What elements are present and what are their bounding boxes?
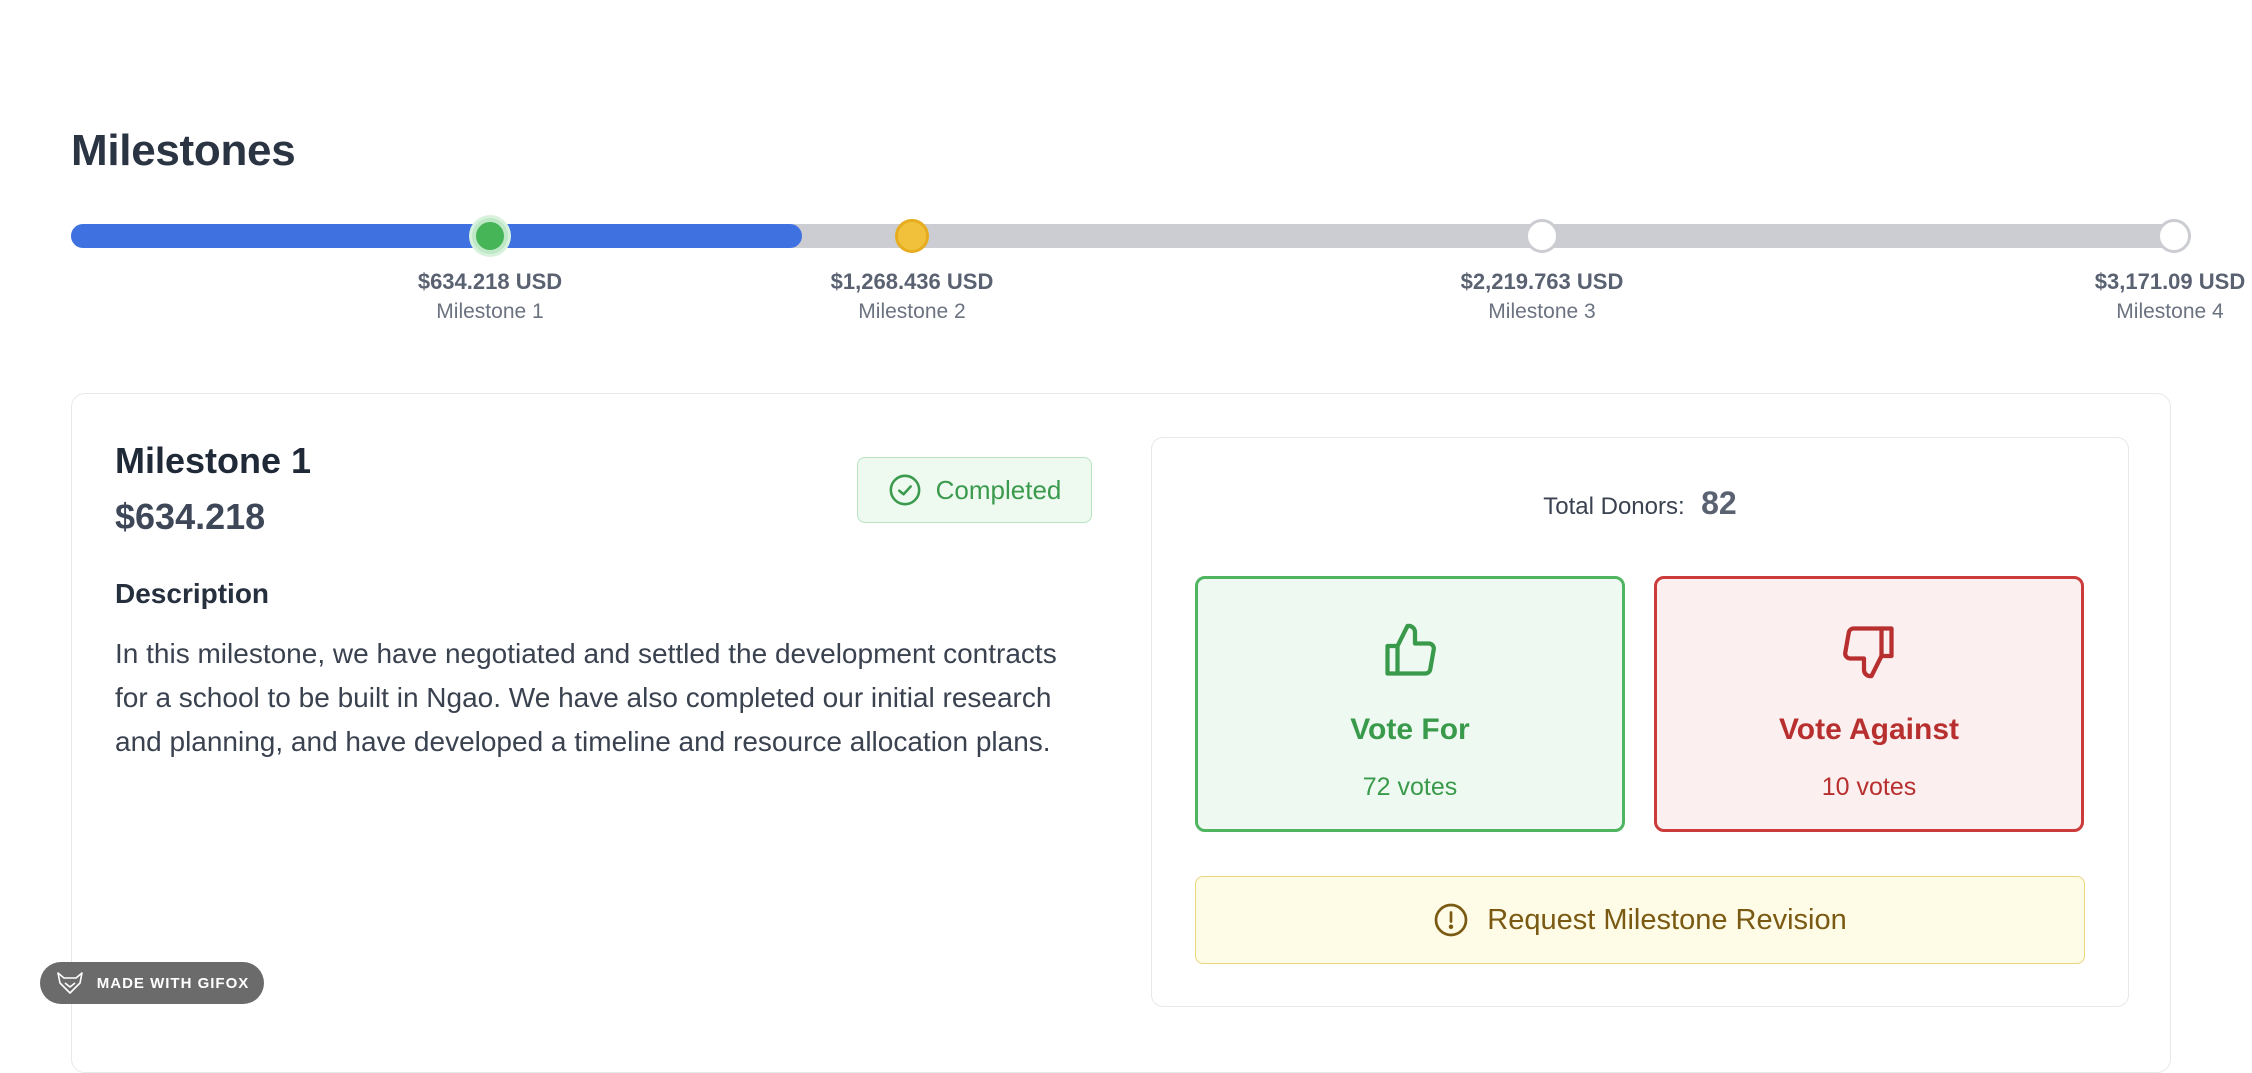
page-title: Milestones <box>71 126 296 175</box>
vote-for-label: Vote For <box>1350 713 1470 746</box>
milestone-progress-fill <box>71 224 803 248</box>
thumbs-up-icon <box>1385 623 1436 676</box>
milestone-name: Milestone 2 <box>858 300 966 323</box>
milestone-4-label: $3,171.09 USD Milestone 4 <box>2095 268 2245 326</box>
description-heading: Description <box>115 578 270 609</box>
milestone-3-label: $2,219.763 USD Milestone 3 <box>1461 268 1624 326</box>
gifox-watermark: MADE WITH GIFOX <box>40 962 264 1004</box>
milestone-amount: $634.218 USD <box>417 269 563 294</box>
milestone-amount-value: $634.218 <box>115 496 266 537</box>
milestone-name: Milestone 3 <box>1488 300 1596 323</box>
milestone-1-marker[interactable] <box>472 218 508 254</box>
status-badge: Completed <box>857 457 1092 523</box>
milestone-2-label: $1,268.436 USD Milestone 2 <box>831 268 994 326</box>
total-donors-label: Total Donors: <box>1543 493 1685 520</box>
milestone-name: Milestone 1 <box>436 300 544 323</box>
vote-against-button[interactable]: Vote Against 10 votes <box>1654 576 2084 832</box>
thumbs-down-icon <box>1843 626 1894 679</box>
milestone-3-marker[interactable] <box>1525 219 1559 253</box>
vote-for-button[interactable]: Vote For 72 votes <box>1195 576 1625 832</box>
vote-for-count: 72 votes <box>1362 773 1458 801</box>
request-revision-label: Request Milestone Revision <box>1487 903 1847 936</box>
milestone-amount: $2,219.763 USD <box>1460 269 1624 294</box>
milestone-name: Milestone 4 <box>2116 300 2224 323</box>
request-revision-button[interactable]: Request Milestone Revision <box>1195 876 2085 964</box>
milestone-4-marker[interactable] <box>2157 219 2191 253</box>
milestone-amount: $1,268.436 USD <box>830 269 994 294</box>
milestone-1-label: $634.218 USD Milestone 1 <box>418 268 562 326</box>
total-donors-count: 82 <box>1701 485 1737 521</box>
milestone-progress-track <box>71 224 2191 248</box>
alert-circle-icon <box>1434 903 1468 937</box>
check-circle-icon <box>889 474 921 506</box>
milestone-2-marker[interactable] <box>895 219 929 253</box>
gifox-watermark-text: MADE WITH GIFOX <box>96 974 250 992</box>
milestone-title: Milestone 1 <box>115 440 312 481</box>
vote-against-count: 10 votes <box>1821 773 1917 801</box>
status-label: Completed <box>935 474 1062 505</box>
milestone-amount: $3,171.09 USD <box>2094 269 2246 294</box>
fox-logo-icon <box>56 972 83 994</box>
vote-against-label: Vote Against <box>1778 713 1959 746</box>
description-text: In this milestone, we have negotiated an… <box>115 638 1057 757</box>
total-donors: Total Donors: 82 <box>1151 485 2129 522</box>
